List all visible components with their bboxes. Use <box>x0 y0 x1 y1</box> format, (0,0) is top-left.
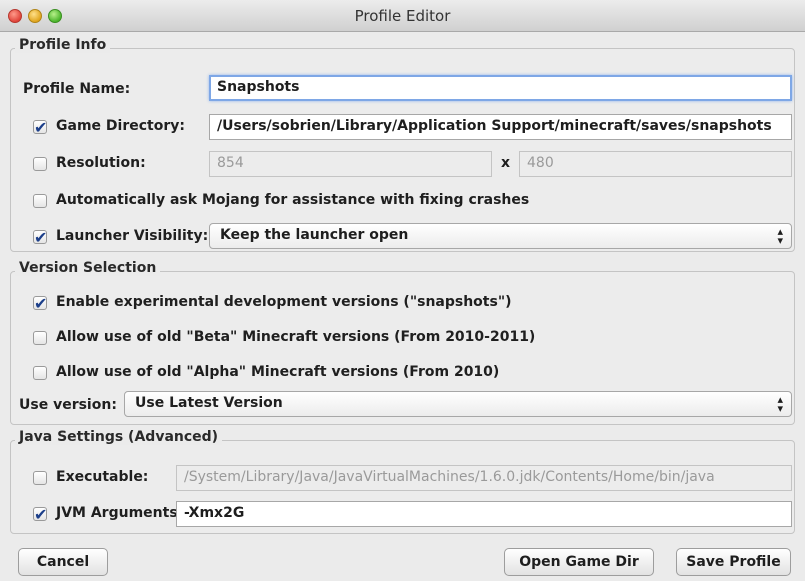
executable-path-input[interactable]: /System/Library/Java/JavaVirtualMachines… <box>176 465 792 491</box>
use-version-label: Use version: <box>19 397 117 413</box>
cancel-button[interactable]: Cancel <box>18 548 108 576</box>
profile-name-input[interactable]: Snapshots <box>209 75 792 101</box>
game-directory-label: Game Directory: <box>56 118 185 134</box>
jvm-arguments-label: JVM Arguments: <box>56 505 184 521</box>
java-settings-legend: Java Settings (Advanced) <box>15 429 223 445</box>
profile-info-legend: Profile Info <box>15 37 111 53</box>
title-bar: Profile Editor <box>0 0 805 32</box>
profile-name-label: Profile Name: <box>23 81 131 97</box>
crash-assist-checkbox[interactable] <box>33 194 47 208</box>
executable-checkbox[interactable] <box>33 471 47 485</box>
snapshots-label: Enable experimental development versions… <box>56 294 512 310</box>
resolution-width-input[interactable]: 854 <box>209 151 492 177</box>
resolution-separator: x <box>501 155 511 171</box>
resolution-checkbox[interactable] <box>33 157 47 171</box>
resolution-label: Resolution: <box>56 155 146 171</box>
profile-info-group: Profile Info Profile Name: Snapshots Gam… <box>10 37 795 252</box>
version-selection-group: Version Selection Enable experimental de… <box>10 260 795 425</box>
use-version-value: Use Latest Version <box>135 395 283 411</box>
snapshots-checkbox[interactable] <box>33 294 47 313</box>
open-game-dir-button[interactable]: Open Game Dir <box>504 548 654 576</box>
resolution-height-input[interactable]: 480 <box>519 151 792 177</box>
use-version-select[interactable]: Use Latest Version ▴ ▾ <box>124 391 792 417</box>
executable-label: Executable: <box>56 469 149 485</box>
alpha-versions-label: Allow use of old "Alpha" Minecraft versi… <box>56 364 500 380</box>
save-profile-button[interactable]: Save Profile <box>676 548 791 576</box>
crash-assist-label: Automatically ask Mojang for assistance … <box>56 192 530 208</box>
launcher-visibility-label: Launcher Visibility: <box>56 228 209 244</box>
version-selection-legend: Version Selection <box>15 260 161 276</box>
select-arrows-icon: ▴ ▾ <box>777 393 783 415</box>
launcher-visibility-checkbox[interactable] <box>33 228 47 247</box>
beta-versions-checkbox[interactable] <box>33 331 47 345</box>
window-title: Profile Editor <box>354 7 451 25</box>
launcher-visibility-value: Keep the launcher open <box>220 227 409 243</box>
select-arrows-icon: ▴ ▾ <box>777 225 783 247</box>
game-directory-input[interactable]: /Users/sobrien/Library/Application Suppo… <box>209 114 792 140</box>
java-settings-group: Java Settings (Advanced) Executable: /Sy… <box>10 429 795 534</box>
alpha-versions-checkbox[interactable] <box>33 366 47 380</box>
beta-versions-label: Allow use of old "Beta" Minecraft versio… <box>56 329 536 345</box>
jvm-arguments-input[interactable]: -Xmx2G <box>176 501 792 527</box>
jvm-arguments-checkbox[interactable] <box>33 505 47 524</box>
launcher-visibility-select[interactable]: Keep the launcher open ▴ ▾ <box>209 223 792 249</box>
game-directory-checkbox[interactable] <box>33 118 47 137</box>
profile-editor-window: Profile Editor Profile Info Profile Name… <box>0 0 805 581</box>
